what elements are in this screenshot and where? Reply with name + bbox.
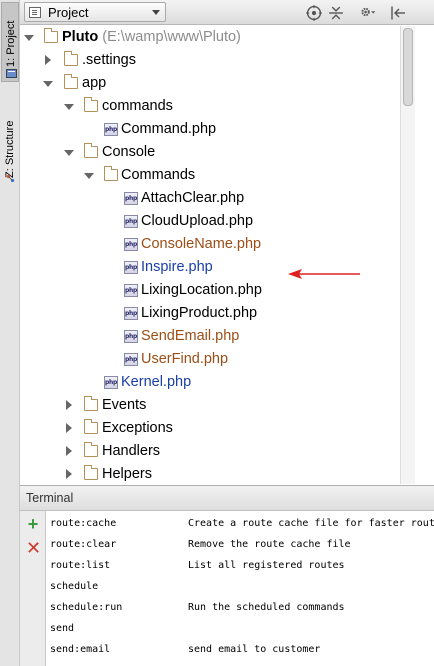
terminal-desc: send email to customer [188, 644, 321, 655]
tree-item-label: Kernel.php [121, 374, 192, 390]
root-name: Pluto [62, 29, 99, 45]
terminal-desc: Run the scheduled commands [188, 602, 345, 613]
tree-item-label: Events [102, 397, 147, 413]
tree-item-label: Inspire.php [141, 259, 213, 275]
collapse-arrow-icon[interactable] [63, 417, 75, 440]
tree-item-label: CloudUpload.php [141, 213, 254, 229]
tree-item-label: UserFind.php [141, 351, 229, 367]
chevron-down-icon [152, 10, 160, 15]
left-tool-strip: 1: Project Z: Structure [0, 0, 20, 666]
tab-structure-label: Z: Structure [4, 120, 16, 178]
terminal-cmd: send:email [50, 644, 111, 655]
tree-scrollbar[interactable] [400, 26, 415, 484]
terminal-cmd: route:clear [50, 539, 117, 550]
project-view-icon [29, 7, 41, 18]
php-file-icon: php [124, 238, 138, 251]
terminal-cmd: send [50, 623, 75, 634]
tree-item-label: Exceptions [102, 420, 173, 436]
structure-tab-icon [6, 174, 15, 183]
expand-arrow-icon[interactable] [23, 26, 35, 49]
tree-item-label: app [82, 75, 107, 91]
tab-structure[interactable]: Z: Structure [1, 100, 19, 190]
root-path: (E:\wamp\www\Pluto) [102, 29, 241, 45]
terminal-cmd: schedule:run [50, 602, 123, 613]
php-file-icon: php [124, 261, 138, 274]
project-tab-icon [6, 69, 17, 78]
annotation-arrow-icon [288, 269, 360, 279]
tree-item-label: commands [102, 98, 173, 114]
tree-item-label: Console [102, 144, 156, 160]
project-view-selector[interactable]: Project [24, 2, 166, 22]
tree-item-label: Command.php [121, 121, 217, 137]
tree-item-label: LixingLocation.php [141, 282, 262, 298]
php-file-icon: php [104, 376, 118, 389]
tree-item-label: SendEmail.php [141, 328, 240, 344]
expand-arrow-icon[interactable] [63, 95, 75, 118]
php-file-icon: php [124, 353, 138, 366]
terminal-cmd: route:cache [50, 518, 117, 529]
tab-project-label: 1: Project [5, 20, 17, 67]
collapse-arrow-icon[interactable] [63, 440, 75, 463]
php-file-icon: php [124, 307, 138, 320]
folder-icon [84, 396, 98, 411]
tab-project[interactable]: 1: Project [1, 2, 19, 82]
project-toolbar: Project [20, 0, 434, 25]
close-session-icon[interactable]: ✕ [26, 539, 41, 557]
expand-arrow-icon[interactable] [63, 141, 75, 164]
tree-item-label: LixingProduct.php [141, 305, 258, 321]
scrollbar-thumb[interactable] [403, 28, 413, 106]
terminal-output[interactable]: route:cache Create a route cache file fo… [47, 511, 434, 666]
collapse-arrow-icon[interactable] [63, 394, 75, 417]
collapse-icon[interactable] [328, 5, 344, 21]
terminal-header: Terminal [20, 485, 434, 511]
tree-item-label: Handlers [102, 443, 161, 459]
folder-icon [84, 442, 98, 457]
php-file-icon: php [124, 192, 138, 205]
terminal-desc: Create a route cache file for faster rou… [188, 518, 434, 529]
folder-icon [64, 74, 78, 89]
project-view-label: Project [48, 5, 89, 20]
tree-item-label: Helpers [102, 466, 152, 482]
terminal-cmd: schedule [50, 581, 99, 592]
folder-icon [84, 465, 98, 480]
terminal-desc: Remove the route cache file [188, 539, 351, 550]
tree-item-label: .settings [82, 52, 136, 68]
terminal-toolbar: + ✕ [20, 511, 46, 666]
terminal-desc: List all registered routes [188, 560, 345, 571]
terminal-cmd: route:list [50, 560, 111, 571]
tree-item-label: Commands [121, 167, 196, 183]
folder-icon [84, 419, 98, 434]
collapse-arrow-icon[interactable] [63, 463, 75, 484]
folder-icon [104, 166, 118, 181]
collapse-arrow-icon[interactable] [42, 49, 54, 72]
terminal-title: Terminal [26, 491, 74, 505]
php-file-icon: php [104, 123, 118, 136]
folder-icon [44, 28, 58, 43]
php-file-icon: php [124, 284, 138, 297]
tree-item-label: AttachClear.php [141, 190, 245, 206]
folder-icon [84, 143, 98, 158]
folder-icon [84, 97, 98, 112]
expand-arrow-icon[interactable] [83, 164, 95, 187]
target-icon[interactable] [306, 5, 322, 21]
expand-arrow-icon[interactable] [42, 72, 54, 95]
tree-item-label: ConsoleName.php [141, 236, 262, 252]
php-file-icon: php [124, 330, 138, 343]
project-tree: Pluto (E:\wamp\www\Pluto) .settings app … [20, 26, 400, 484]
add-session-icon[interactable]: + [26, 515, 40, 533]
php-file-icon: php [124, 215, 138, 228]
gear-icon[interactable] [360, 4, 376, 20]
hide-panel-icon[interactable] [390, 5, 406, 21]
folder-icon [64, 51, 78, 66]
